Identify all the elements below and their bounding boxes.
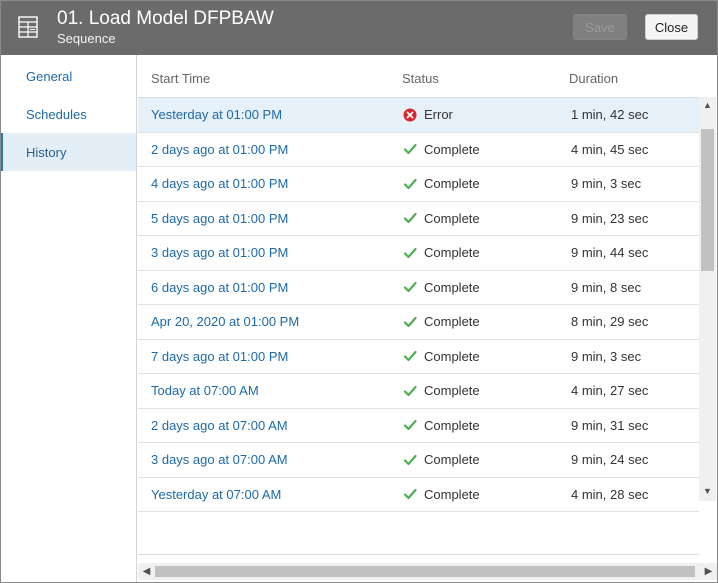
checkmark-icon — [403, 487, 417, 501]
checkmark-icon — [403, 349, 417, 363]
duration-cell: 9 min, 44 sec — [571, 245, 649, 260]
sequence-icon — [18, 16, 38, 38]
scroll-left-icon[interactable]: ◀ — [138, 566, 155, 577]
duration-cell: 1 min, 42 sec — [571, 107, 649, 122]
sidebar-item-history[interactable]: History — [1, 133, 136, 171]
status-label: Complete — [424, 314, 480, 329]
checkmark-icon — [403, 384, 417, 398]
start-time-link[interactable]: Today at 07:00 AM — [151, 383, 259, 398]
status-label: Complete — [424, 279, 480, 295]
status-cell: Complete — [403, 487, 480, 502]
column-header-status[interactable]: Status — [402, 71, 439, 86]
table-row[interactable]: Yesterday at 07:00 AM Complete 4 min, 28 s… — [138, 478, 699, 512]
sequence-dialog: 01. Load Model DFPBAW Sequence Save Clos… — [0, 0, 718, 583]
table-row[interactable]: 2 days ago at 01:00 PM Complete 4 min, 45 … — [138, 133, 699, 167]
table-row[interactable]: 4 days ago at 01:00 PM Complete 9 min, 3 s… — [138, 167, 699, 202]
status-cell: Complete — [403, 176, 480, 191]
status-cell: Error — [403, 107, 453, 122]
table-row[interactable]: 2 days ago at 07:00 AM Complete 9 min, 31 … — [138, 409, 699, 443]
table-row[interactable]: Yesterday at 01:00 PM Error 1 min, 42 sec — [138, 98, 699, 133]
scroll-up-icon[interactable]: ▲ — [699, 100, 716, 110]
start-time-link[interactable]: 5 days ago at 01:00 PM — [151, 211, 288, 226]
duration-cell: 9 min, 24 sec — [571, 452, 649, 467]
start-time-link[interactable]: Apr 20, 2020 at 01:00 PM — [151, 314, 299, 329]
checkmark-icon — [403, 211, 417, 225]
table-row[interactable]: 3 days ago at 07:00 AM Complete 9 min, 24 … — [138, 443, 699, 478]
start-time-link[interactable]: 3 days ago at 01:00 PM — [151, 245, 288, 260]
duration-cell: 4 min, 45 sec — [571, 141, 649, 157]
dialog-subtitle: Sequence — [57, 31, 116, 46]
status-label: Complete — [424, 245, 480, 260]
history-panel: Start Time Status Duration Yesterday at … — [138, 55, 717, 562]
status-cell: Complete — [403, 452, 480, 467]
status-label: Complete — [424, 383, 480, 398]
save-button[interactable]: Save — [573, 14, 627, 40]
history-list: Yesterday at 01:00 PM Error 1 min, 42 sec 2… — [138, 97, 699, 555]
duration-cell: 4 min, 27 sec — [571, 383, 649, 398]
start-time-link[interactable]: 2 days ago at 01:00 PM — [151, 142, 288, 157]
horizontal-scrollbar[interactable]: ◀ ▶ — [138, 563, 717, 580]
checkmark-icon — [403, 142, 417, 156]
checkmark-icon — [403, 418, 417, 432]
table-row[interactable]: 5 days ago at 01:00 PM Complete 9 min, 23 … — [138, 202, 699, 236]
duration-cell: 8 min, 29 sec — [571, 314, 649, 329]
error-icon — [403, 108, 417, 122]
column-header-duration[interactable]: Duration — [569, 71, 618, 86]
status-label: Complete — [424, 348, 480, 364]
status-cell: Complete — [403, 314, 480, 329]
status-label: Complete — [424, 141, 480, 157]
table-row[interactable]: Apr 20, 2020 at 01:00 PM Complete 8 min, 2… — [138, 305, 699, 340]
status-label: Complete — [424, 210, 480, 226]
duration-cell: 9 min, 3 sec — [571, 176, 642, 191]
status-label: Complete — [424, 176, 480, 191]
start-time-link[interactable]: 4 days ago at 01:00 PM — [151, 176, 288, 191]
status-cell: Complete — [403, 245, 480, 260]
table-row[interactable]: 3 days ago at 01:00 PM Complete 9 min, 44 … — [138, 236, 699, 271]
horizontal-scroll-thumb[interactable] — [155, 566, 695, 577]
duration-cell: 9 min, 31 sec — [571, 417, 649, 433]
duration-cell: 9 min, 3 sec — [571, 348, 642, 364]
vertical-scrollbar[interactable]: ▲ ▼ — [699, 97, 716, 501]
table-row[interactable]: 6 days ago at 01:00 PM Complete 9 min, 8 s… — [138, 271, 699, 305]
start-time-link[interactable]: 6 days ago at 01:00 PM — [151, 280, 288, 295]
close-button[interactable]: Close — [645, 14, 698, 40]
duration-cell: 4 min, 28 sec — [571, 486, 649, 502]
start-time-link[interactable]: 2 days ago at 07:00 AM — [151, 418, 288, 433]
dialog-header: 01. Load Model DFPBAW Sequence Save Clos… — [1, 1, 717, 55]
status-cell: Complete — [403, 383, 480, 398]
status-cell: Complete — [403, 280, 480, 295]
status-cell: Complete — [403, 142, 480, 157]
sidebar-item-schedules[interactable]: Schedules — [1, 95, 136, 133]
duration-cell: 9 min, 23 sec — [571, 210, 649, 226]
sidebar-item-general[interactable]: General — [1, 57, 136, 95]
status-cell: Complete — [403, 211, 480, 226]
checkmark-icon — [403, 246, 417, 260]
status-cell: Complete — [403, 418, 480, 433]
status-cell: Complete — [403, 349, 480, 364]
status-label: Complete — [424, 452, 480, 467]
checkmark-icon — [403, 453, 417, 467]
status-label: Complete — [424, 417, 480, 433]
status-label: Error — [424, 107, 453, 122]
table-row[interactable]: Today at 07:00 AM Complete 4 min, 27 sec — [138, 374, 699, 409]
status-label: Complete — [424, 486, 480, 502]
column-header-start-time[interactable]: Start Time — [151, 71, 210, 86]
start-time-link[interactable]: Yesterday at 01:00 PM — [151, 107, 282, 122]
scroll-down-icon[interactable]: ▼ — [699, 486, 716, 496]
checkmark-icon — [403, 177, 417, 191]
sidebar-nav: General Schedules History — [1, 55, 137, 582]
duration-cell: 9 min, 8 sec — [571, 279, 642, 295]
start-time-link[interactable]: 7 days ago at 01:00 PM — [151, 349, 288, 364]
table-row[interactable]: 7 days ago at 01:00 PM Complete 9 min, 3 s… — [138, 340, 699, 374]
start-time-link[interactable]: 3 days ago at 07:00 AM — [151, 452, 288, 467]
vertical-scroll-thumb[interactable] — [701, 129, 714, 271]
start-time-link[interactable]: Yesterday at 07:00 AM — [151, 487, 281, 502]
checkmark-icon — [403, 315, 417, 329]
dialog-title: 01. Load Model DFPBAW — [57, 8, 274, 29]
checkmark-icon — [403, 280, 417, 294]
scroll-right-icon[interactable]: ▶ — [700, 566, 717, 577]
